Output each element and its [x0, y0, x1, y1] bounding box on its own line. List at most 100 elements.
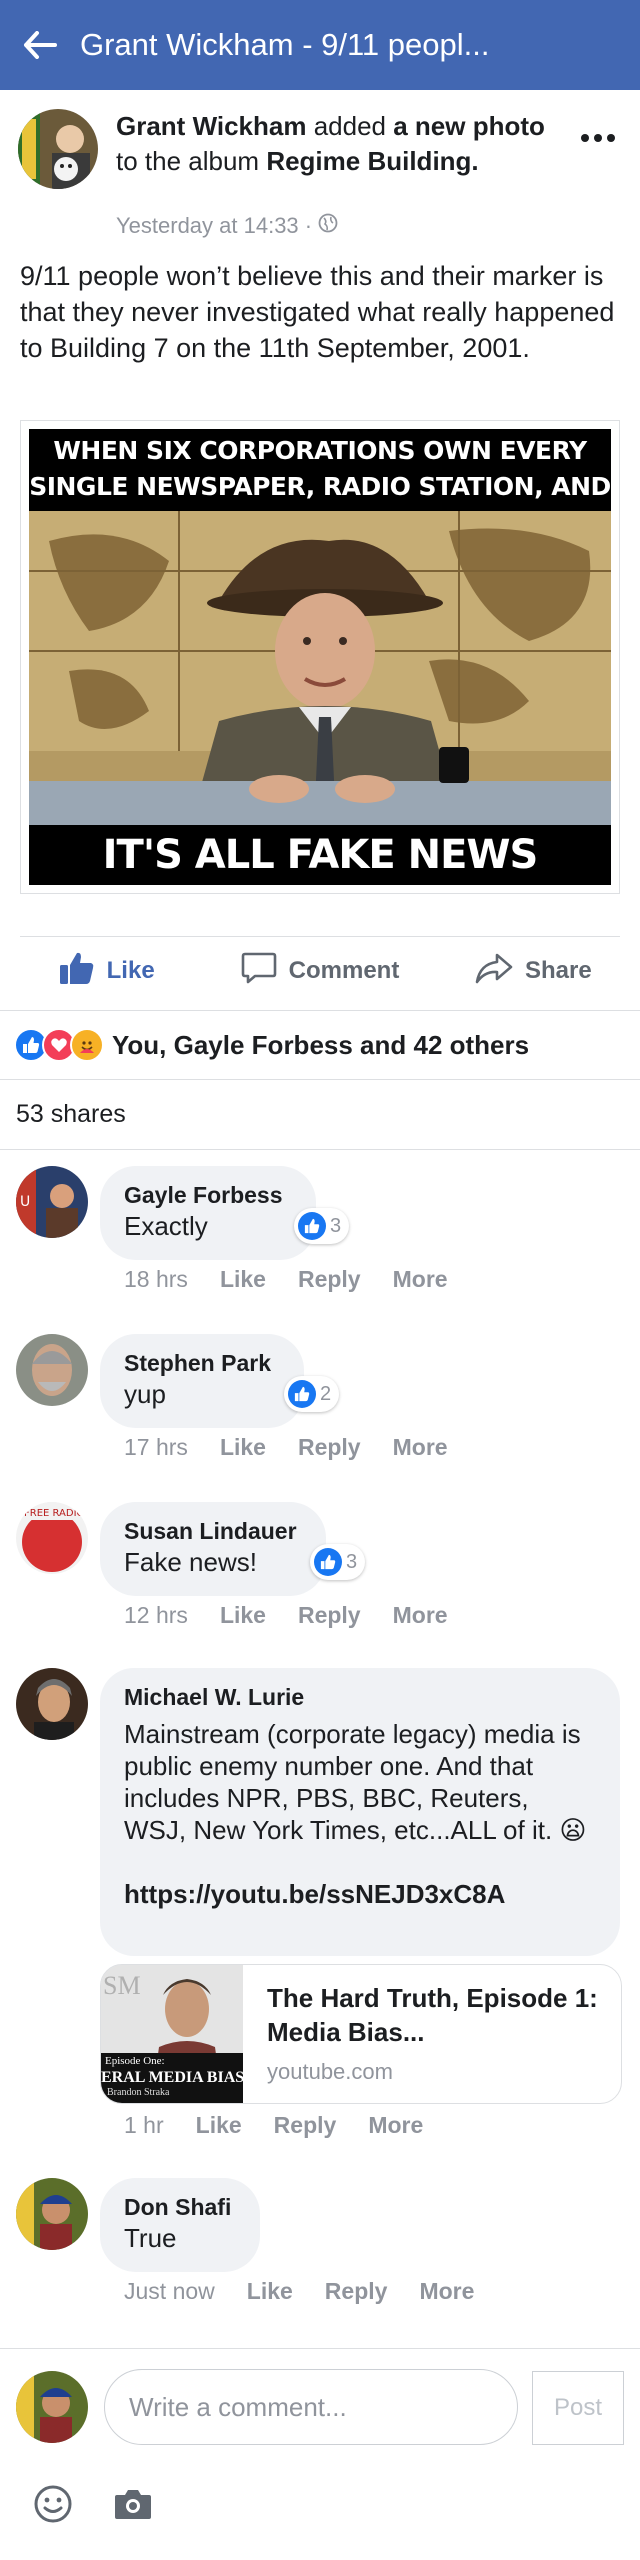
composer-tools: [30, 2481, 156, 2527]
comment-like-button[interactable]: Like: [220, 1434, 266, 1461]
comment-label: Comment: [288, 957, 400, 984]
comment-item: Don Shafi True Just now Like Reply More: [0, 2178, 640, 2318]
post-timestamp[interactable]: Yesterday at 14:33 ·: [116, 213, 312, 239]
comment-item: Michael W. Lurie Mainstream (corporate l…: [0, 1668, 640, 2148]
link-domain: youtube.com: [267, 2059, 393, 2084]
like-count: 3: [346, 1550, 358, 1573]
post-meta: Yesterday at 14:33 ·: [116, 213, 338, 239]
author-name[interactable]: Grant Wickham: [116, 111, 306, 141]
comment-time: 17 hrs: [124, 1434, 188, 1460]
comment-reply-button[interactable]: Reply: [274, 2112, 337, 2139]
globe-icon: [318, 213, 338, 239]
album-name[interactable]: Regime Building.: [266, 146, 478, 176]
commenter-avatar[interactable]: [16, 2178, 88, 2250]
meme-scene-image: [29, 511, 611, 829]
comment-meta: 17 hrs Like Reply More: [124, 1434, 448, 1461]
headline-verb: added: [306, 111, 394, 141]
commenter-name[interactable]: Don Shafi: [124, 2192, 236, 2222]
comment-reply-button[interactable]: Reply: [298, 1266, 361, 1293]
camera-icon[interactable]: [110, 2481, 156, 2527]
post-headline: Grant Wickham added a new photo to the a…: [116, 109, 546, 179]
comment-item: Stephen Park yup 2 17 hrs Like Reply Mor…: [0, 1334, 640, 1474]
comment-more-button[interactable]: More: [393, 1266, 448, 1293]
divider: [20, 936, 620, 937]
comment-meta: 12 hrs Like Reply More: [124, 1602, 448, 1629]
back-arrow-icon[interactable]: [0, 0, 80, 90]
comment-like-button[interactable]: Like: [220, 1602, 266, 1629]
comment-like-button[interactable]: Like: [220, 1266, 266, 1293]
comment-bubble: Gayle Forbess Exactly: [100, 1166, 316, 1260]
author-avatar[interactable]: [18, 109, 98, 189]
comment-like-count[interactable]: 2: [284, 1376, 340, 1412]
commenter-name[interactable]: Gayle Forbess: [124, 1180, 292, 1210]
commenter-avatar[interactable]: [16, 1668, 88, 1740]
comment-reply-button[interactable]: Reply: [298, 1434, 361, 1461]
post-photo[interactable]: WHEN SIX CORPORATIONS OWN EVERY SINGLE N…: [20, 420, 620, 894]
link-thumbnail: SM Episode One: ERAL MEDIA BIAS Brandon …: [101, 1965, 243, 2103]
meme-bottom-caption: IT'S ALL FAKE NEWS BUDDY!: [29, 825, 611, 885]
comment-like-count[interactable]: 3: [310, 1544, 366, 1580]
post-actions-bar: Like Comment Share: [0, 940, 640, 1002]
link-preview-card[interactable]: SM Episode One: ERAL MEDIA BIAS Brandon …: [100, 1964, 622, 2104]
share-button[interactable]: Share: [427, 940, 640, 1002]
comment-time: 1 hr: [124, 2112, 164, 2138]
comment-bubble: Susan Lindauer Fake news!: [100, 1502, 326, 1596]
svg-text:U: U: [20, 1194, 30, 1210]
comment-more-button[interactable]: More: [419, 2278, 474, 2305]
reactions-summary[interactable]: You, Gayle Forbess and 42 others: [0, 1010, 640, 1080]
comment-meta: Just now Like Reply More: [124, 2278, 474, 2305]
emoji-icon[interactable]: [30, 2481, 76, 2527]
comment-time: 18 hrs: [124, 1266, 188, 1292]
comment-meta: 1 hr Like Reply More: [124, 2112, 423, 2139]
svg-text:FREE RADIO: FREE RADIO: [24, 1508, 85, 1519]
comment-composer: Post: [0, 2348, 640, 2560]
post-options-icon[interactable]: [578, 123, 618, 153]
share-icon: [475, 952, 513, 991]
headline-verb-2: to the album: [116, 146, 267, 176]
comment-more-button[interactable]: More: [393, 1602, 448, 1629]
comment-text: yup: [124, 1379, 166, 1409]
current-user-avatar: [16, 2371, 88, 2443]
like-count: 3: [330, 1214, 342, 1237]
meme-top-caption: WHEN SIX CORPORATIONS OWN EVERY SINGLE N…: [29, 429, 611, 537]
comment-button[interactable]: Comment: [213, 940, 426, 1002]
comment-like-button[interactable]: Like: [196, 2112, 242, 2139]
commenter-name[interactable]: Michael W. Lurie: [124, 1682, 596, 1712]
thumb-logo: SM: [103, 1971, 141, 2000]
comment-bubble: Michael W. Lurie Mainstream (corporate l…: [100, 1668, 620, 1956]
comment-more-button[interactable]: More: [368, 2112, 423, 2139]
comment-reply-button[interactable]: Reply: [298, 1602, 361, 1629]
comment-text: True: [124, 2223, 177, 2253]
comment-link[interactable]: https://youtu.be/ssNEJD3xC8A: [124, 1878, 596, 1910]
comment-bubble: Stephen Park yup: [100, 1334, 304, 1428]
thumb-caption: Episode One:: [105, 2055, 165, 2067]
like-button[interactable]: Like: [0, 940, 213, 1002]
thumbs-up-icon: [288, 1380, 316, 1408]
comment-more-button[interactable]: More: [393, 1434, 448, 1461]
comment-input[interactable]: [104, 2369, 518, 2445]
post-text: 9/11 people won’t believe this and their…: [20, 261, 615, 363]
comment-like-button[interactable]: Like: [247, 2278, 293, 2305]
commenter-avatar[interactable]: [16, 1334, 88, 1406]
thumbs-up-icon: [314, 1548, 342, 1576]
comment-bubble: Don Shafi True: [100, 2178, 260, 2272]
commenter-name[interactable]: Stephen Park: [124, 1348, 280, 1378]
commenter-name[interactable]: Susan Lindauer: [124, 1516, 302, 1546]
post-comment-button[interactable]: Post: [532, 2371, 624, 2445]
comment-text: Fake news!: [124, 1547, 257, 1577]
headline-object[interactable]: a new photo: [393, 111, 545, 141]
commenter-avatar[interactable]: FREE RADIO: [16, 1502, 88, 1574]
comment-time: Just now: [124, 2278, 215, 2304]
thumbs-up-icon: [298, 1212, 326, 1240]
shares-count[interactable]: 53 shares: [0, 1080, 640, 1150]
care-reaction-icon: [70, 1028, 104, 1062]
thumbs-up-icon: [59, 951, 95, 992]
comment-item: U Gayle Forbess Exactly 3 18 hrs Like Re…: [0, 1166, 640, 1306]
comment-meta: 18 hrs Like Reply More: [124, 1266, 448, 1293]
comment-reply-button[interactable]: Reply: [325, 2278, 388, 2305]
comment-like-count[interactable]: 3: [294, 1208, 350, 1244]
commenter-avatar[interactable]: U: [16, 1166, 88, 1238]
comment-item: FREE RADIO Susan Lindauer Fake news! 3 1…: [0, 1502, 640, 1642]
post-header: Grant Wickham added a new photo to the a…: [0, 105, 640, 245]
like-label: Like: [106, 957, 155, 984]
